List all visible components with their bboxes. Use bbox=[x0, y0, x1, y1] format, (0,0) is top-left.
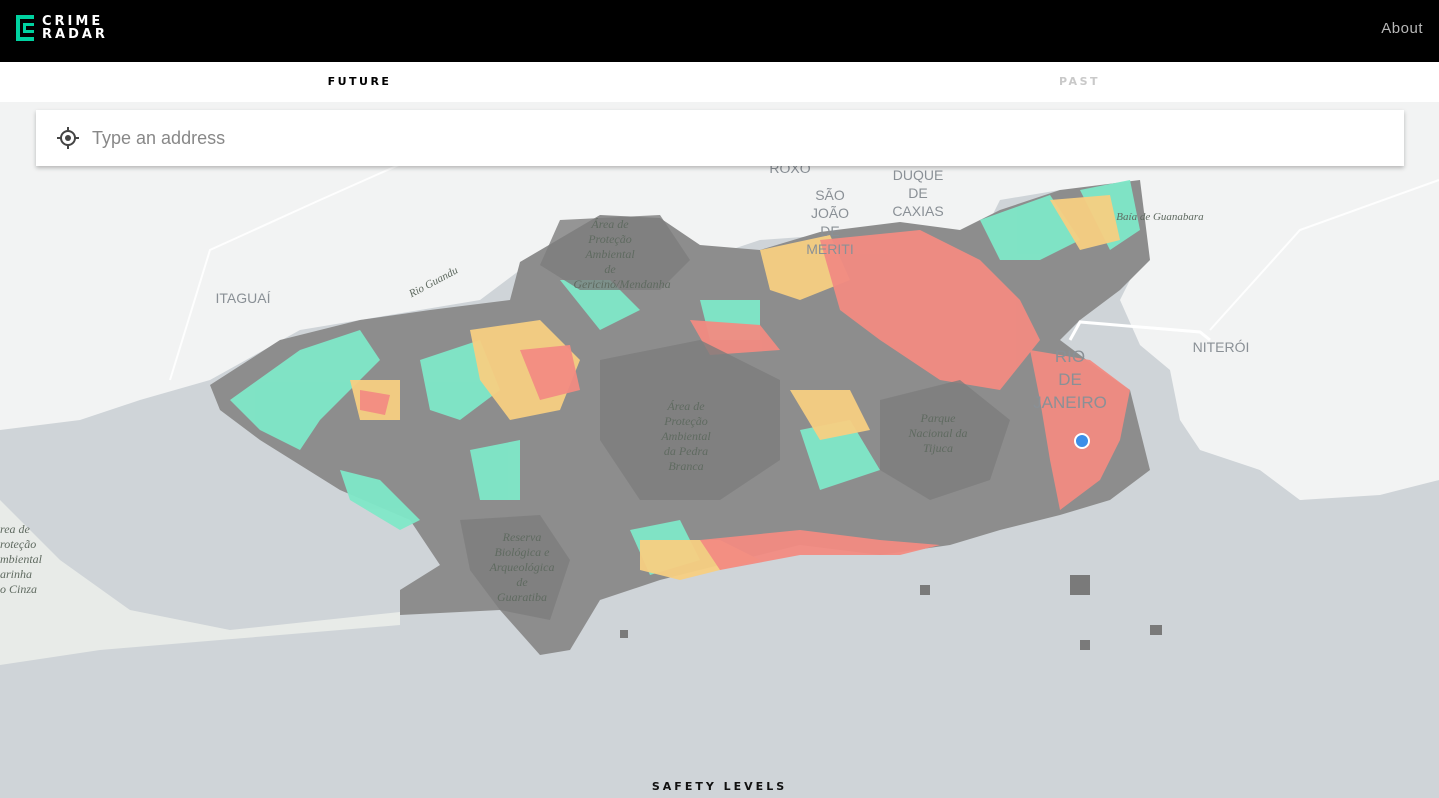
crosshair-locate-icon[interactable] bbox=[56, 126, 80, 150]
map-label-duque-2: DE bbox=[908, 185, 927, 201]
map-label-rio-2: DE bbox=[1058, 370, 1082, 389]
map-label-left-5: o Cinza bbox=[0, 582, 37, 596]
crime-radar-logo[interactable]: CRIME RADAR bbox=[16, 14, 108, 42]
time-tabs: FUTURE PAST bbox=[0, 62, 1439, 102]
logo-text: CRIME RADAR bbox=[42, 15, 108, 41]
map-label-left-4: arinha bbox=[0, 567, 32, 581]
map-label-rio-3: JANEIRO bbox=[1033, 393, 1107, 412]
address-search-bar bbox=[36, 110, 1404, 166]
map-label-gericino-1: Área de bbox=[590, 217, 629, 231]
map-label-tijuca-2: Nacional da bbox=[908, 426, 968, 440]
map-label-guaratiba-5: Guaratiba bbox=[497, 590, 547, 604]
map-label-sao-joao-4: MERITI bbox=[806, 241, 853, 257]
map-label-pedra-5: Branca bbox=[668, 459, 703, 473]
map-label-duque-1: DUQUE bbox=[893, 167, 944, 183]
map-label-duque-3: CAXIAS bbox=[892, 203, 943, 219]
map-label-niteroi: NITERÓI bbox=[1193, 339, 1250, 355]
logo-text-line2: RADAR bbox=[42, 27, 108, 42]
current-location-icon[interactable] bbox=[1074, 433, 1090, 449]
map-label-gericino-3: Ambiental bbox=[584, 247, 635, 261]
top-navigation-bar: CRIME RADAR About bbox=[0, 0, 1439, 62]
about-link[interactable]: About bbox=[1381, 20, 1423, 37]
map-label-guaratiba-4: de bbox=[516, 575, 528, 589]
safety-levels-legend-title: SAFETY LEVELS bbox=[651, 780, 788, 793]
map-label-left-3: mbiental bbox=[0, 552, 43, 566]
map-label-guaratiba-3: Arqueológica bbox=[489, 560, 555, 574]
map-label-gericino-5: Gericinó/Mendanha bbox=[573, 277, 670, 291]
map-canvas: ROXO SÃO JOÃO DE MERITI DUQUE DE CAXIAS … bbox=[0, 102, 1439, 798]
map-label-guaratiba-2: Biológica e bbox=[495, 545, 551, 559]
map-label-pedra-1: Área de bbox=[666, 399, 705, 413]
map-label-sao-joao-1: SÃO bbox=[815, 187, 845, 203]
map-label-pedra-4: da Pedra bbox=[664, 444, 708, 458]
crime-map[interactable]: ROXO SÃO JOÃO DE MERITI DUQUE DE CAXIAS … bbox=[0, 102, 1439, 798]
map-label-guaratiba-1: Reserva bbox=[502, 530, 542, 544]
map-label-pedra-3: Ambiental bbox=[660, 429, 711, 443]
map-label-sao-joao-2: JOÃO bbox=[811, 205, 849, 221]
map-label-tijuca-3: Tijuca bbox=[923, 441, 953, 455]
logo-bracket-icon bbox=[16, 15, 34, 41]
tab-past[interactable]: PAST bbox=[720, 62, 1439, 102]
map-label-tijuca-1: Parque bbox=[920, 411, 957, 425]
tab-future[interactable]: FUTURE bbox=[0, 62, 719, 102]
map-label-gericino-2: Proteção bbox=[587, 232, 632, 246]
map-label-left-1: rea de bbox=[0, 522, 31, 536]
map-label-left-2: roteção bbox=[0, 537, 36, 551]
map-label-itaguai: ITAGUAÍ bbox=[216, 290, 271, 306]
map-label-sao-joao-3: DE bbox=[820, 223, 839, 239]
address-search-input[interactable] bbox=[90, 117, 1344, 159]
map-label-baia: Baía de Guanabara bbox=[1116, 211, 1204, 223]
map-label-pedra-2: Proteção bbox=[663, 414, 708, 428]
map-label-rio-1: RIO bbox=[1055, 347, 1085, 366]
map-label-gericino-4: de bbox=[604, 262, 616, 276]
